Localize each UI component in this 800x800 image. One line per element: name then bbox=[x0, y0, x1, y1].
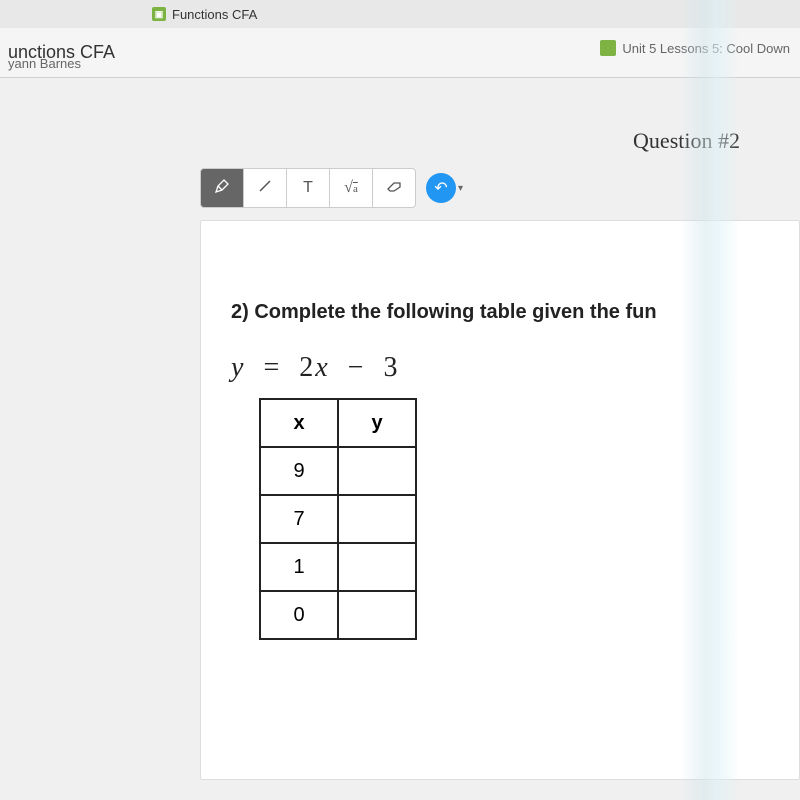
cell-x: 0 bbox=[260, 591, 338, 639]
equation-x: x bbox=[315, 352, 329, 383]
tab-title: Functions CFA bbox=[172, 7, 257, 22]
pen-icon bbox=[214, 178, 230, 199]
unit-text: Unit 5 Lessons 5: Cool Down bbox=[622, 41, 790, 56]
cell-x: 7 bbox=[260, 495, 338, 543]
equation-eq: = bbox=[263, 352, 281, 383]
main-area: Question #2 T √a bbox=[0, 78, 800, 800]
equation-y: y bbox=[231, 352, 245, 383]
user-name: yann Barnes bbox=[0, 52, 89, 75]
text-icon: T bbox=[303, 179, 313, 197]
browser-tab[interactable]: ▣ Functions CFA bbox=[140, 0, 269, 28]
table-row: 9 bbox=[260, 447, 416, 495]
col-header-x: x bbox=[260, 399, 338, 447]
pen-tool-button[interactable] bbox=[200, 168, 244, 208]
undo-icon: ↶ bbox=[434, 178, 447, 198]
tab-favicon-icon: ▣ bbox=[152, 7, 166, 21]
content-wrap: Question #2 T √a bbox=[200, 118, 800, 800]
col-header-y: y bbox=[338, 399, 416, 447]
table-row: 0 bbox=[260, 591, 416, 639]
unit-icon bbox=[600, 40, 616, 56]
sqrt-icon: √a bbox=[344, 179, 358, 197]
eraser-tool-button[interactable] bbox=[372, 168, 416, 208]
text-tool-button[interactable]: T bbox=[286, 168, 330, 208]
line-icon bbox=[257, 178, 273, 199]
color-picker-button[interactable]: ↶ bbox=[426, 173, 456, 203]
equation-const: 3 bbox=[383, 352, 399, 383]
eraser-icon bbox=[385, 179, 403, 198]
table-row: 1 bbox=[260, 543, 416, 591]
equation: y = 2x − 3 bbox=[231, 352, 769, 384]
caret-down-icon[interactable]: ▾ bbox=[458, 183, 463, 194]
math-tool-button[interactable]: √a bbox=[329, 168, 373, 208]
xy-table: x y 9 7 1 0 bbox=[259, 398, 417, 640]
line-tool-button[interactable] bbox=[243, 168, 287, 208]
question-prompt: 2) Complete the following table given th… bbox=[231, 301, 769, 324]
table-header-row: x y bbox=[260, 399, 416, 447]
cell-y[interactable] bbox=[338, 447, 416, 495]
unit-crumb[interactable]: Unit 5 Lessons 5: Cool Down bbox=[600, 28, 790, 68]
table-row: 7 bbox=[260, 495, 416, 543]
question-card[interactable]: 2) Complete the following table given th… bbox=[200, 220, 800, 780]
annotation-toolbar: T √a ↶ ▾ bbox=[200, 168, 800, 208]
equation-minus: − bbox=[348, 352, 366, 383]
cell-y[interactable] bbox=[338, 495, 416, 543]
cell-x: 1 bbox=[260, 543, 338, 591]
cell-y[interactable] bbox=[338, 591, 416, 639]
cell-x: 9 bbox=[260, 447, 338, 495]
cell-y[interactable] bbox=[338, 543, 416, 591]
equation-coef: 2 bbox=[299, 352, 315, 383]
question-number-label: Question #2 bbox=[633, 128, 740, 154]
